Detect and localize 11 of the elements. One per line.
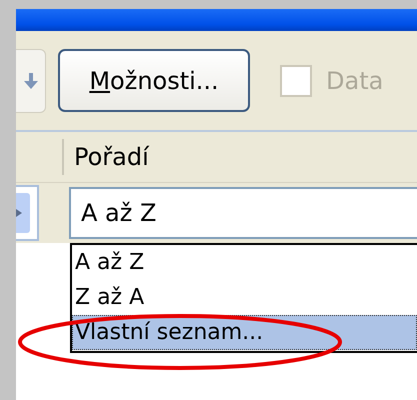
down-arrow-icon xyxy=(24,72,38,88)
order-combobox[interactable]: A až Z xyxy=(69,187,417,239)
right-arrow-icon xyxy=(16,209,22,217)
dropdown-option[interactable]: A až Z xyxy=(72,245,417,280)
move-down-button[interactable] xyxy=(16,48,46,112)
dropdown-option[interactable]: Vlastní seznam... xyxy=(72,315,417,350)
dropdown-option[interactable]: Z až A xyxy=(72,280,417,315)
row-selector-button[interactable] xyxy=(16,185,39,241)
column-header: Pořadí xyxy=(74,143,149,171)
options-button[interactable]: Možnosti... xyxy=(58,49,250,112)
checkbox-label: Data xyxy=(326,66,384,94)
